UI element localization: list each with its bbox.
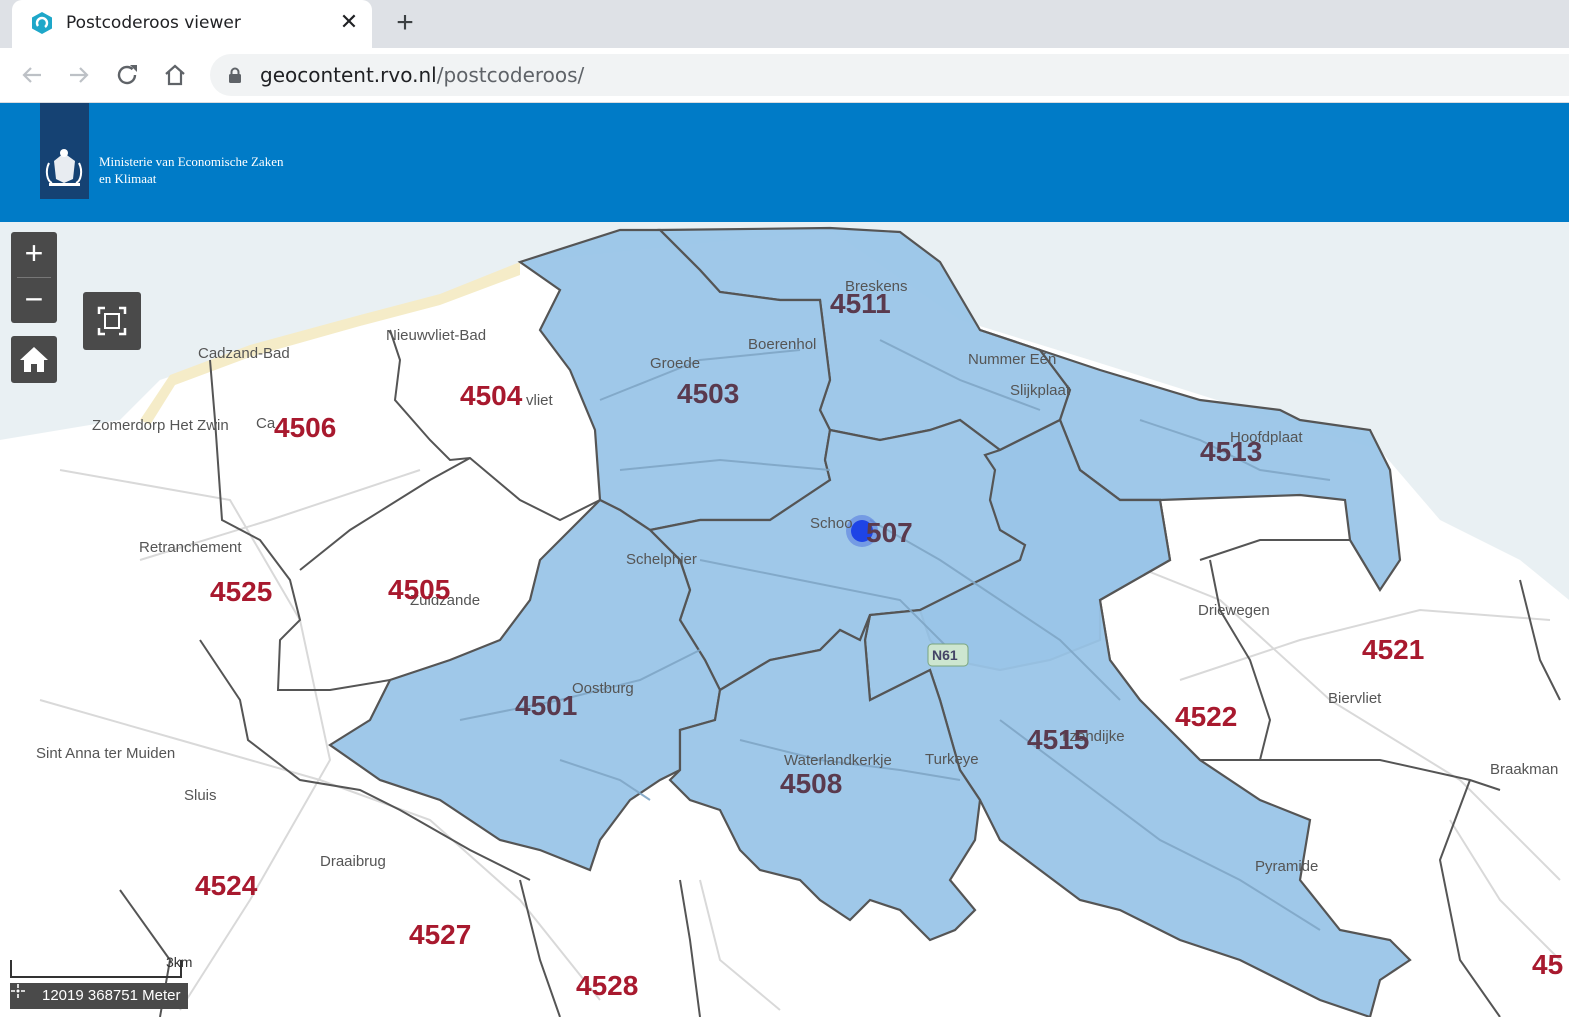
place-nummer-een: Nummer Eén — [968, 351, 1056, 368]
postcode-label-4508: 4508 — [780, 768, 842, 799]
map-canvas[interactable]: N61 Breskens Nieuwvliet-Bad Cadzand-Bad … — [0, 222, 1569, 1017]
road-n61-label: N61 — [932, 647, 958, 663]
url-text: geocontent.rvo.nl/postcoderoos/ — [260, 63, 585, 87]
postcode-label-4501: 4501 — [515, 690, 577, 721]
place-schelphier: Schelphier — [626, 551, 697, 568]
place-slijkplaat: Slijkplaat — [1010, 382, 1071, 399]
map-view[interactable]: N61 Breskens Nieuwvliet-Bad Cadzand-Bad … — [0, 222, 1569, 1017]
postcode-label-4511: 4511 — [830, 288, 891, 319]
coordinates-widget[interactable]: 12019 368751 Meter — [10, 983, 189, 1009]
postcode-label-4506: 4506 — [274, 412, 336, 443]
postcode-label-4525: 4525 — [210, 576, 272, 607]
tab-title: Postcoderoos viewer — [66, 13, 241, 33]
place-retranchement: Retranchement — [139, 539, 242, 556]
reload-icon[interactable] — [110, 58, 144, 92]
zoom-control: + − — [11, 232, 57, 323]
ministry-name: Ministerie van Economische Zaken en Klim… — [99, 154, 284, 186]
home-extent-button[interactable] — [11, 336, 57, 383]
full-extent-button[interactable] — [83, 292, 141, 350]
scale-label: 3km — [166, 954, 193, 970]
postcode-label-4515: 4515 — [1027, 724, 1089, 755]
postcode-label-4521: 4521 — [1362, 634, 1424, 665]
place-sluis: Sluis — [184, 787, 217, 804]
postcode-label-partial: 45 — [1532, 949, 1563, 980]
forward-arrow-icon[interactable] — [62, 58, 96, 92]
zoom-out-button[interactable]: − — [11, 278, 57, 323]
place-oostburg: Oostburg — [572, 680, 634, 697]
postcode-label-4524: 4524 — [195, 870, 258, 901]
home-icon[interactable] — [158, 58, 192, 92]
place-cadzand-bad: Cadzand-Bad — [198, 345, 290, 362]
site-header: Ministerie van Economische Zaken en Klim… — [0, 103, 1569, 222]
place-draaibrug: Draaibrug — [320, 853, 386, 870]
place-pyramide: Pyramide — [1255, 858, 1318, 875]
place-boerenhol: Boerenhol — [748, 336, 816, 353]
place-biervliet: Biervliet — [1328, 690, 1382, 707]
browser-tab[interactable]: Postcoderoos viewer ✕ — [12, 0, 372, 48]
place-zomerdorp: Zomerdorp Het Zwin — [92, 417, 229, 434]
house-icon — [20, 347, 48, 372]
place-sint-anna: Sint Anna ter Muiden — [36, 745, 175, 762]
place-nieuwvliet-bad: Nieuwvliet-Bad — [386, 327, 486, 344]
place-waterlandkerkje: Waterlandkerkje — [784, 752, 892, 769]
postcode-label-4522: 4522 — [1175, 701, 1237, 732]
postcode-label-4513: 4513 — [1200, 436, 1262, 467]
place-groede: Groede — [650, 355, 700, 372]
postcode-label-4528: 4528 — [576, 970, 638, 1001]
tab-close-icon[interactable]: ✕ — [336, 9, 362, 35]
place-turkeye: Turkeye — [925, 751, 979, 768]
postcode-label-4527: 4527 — [409, 919, 471, 950]
browser-tabstrip: Postcoderoos viewer ✕ + — [0, 0, 1569, 48]
place-cadzand: Ca — [256, 415, 276, 432]
place-braakman: Braakman — [1490, 761, 1558, 778]
place-schoondijke: Schoo — [810, 515, 853, 532]
zoom-in-button[interactable]: + — [11, 232, 57, 277]
place-driewegen: Driewegen — [1198, 602, 1270, 619]
coordinates-text: 12019 368751 Meter — [42, 987, 181, 1004]
place-nieuwvliet: vliet — [526, 392, 554, 409]
scale-bar — [10, 960, 182, 978]
crosshair-icon — [11, 984, 25, 998]
lock-icon — [229, 67, 241, 83]
new-tab-icon[interactable]: + — [390, 8, 420, 38]
postcode-label-4504: 4504 — [460, 380, 523, 411]
app-favicon-icon — [32, 12, 52, 34]
postcode-label-4505: 4505 — [388, 574, 450, 605]
postcode-label-4507: 507 — [866, 517, 913, 548]
postcode-label-4503: 4503 — [677, 378, 739, 409]
extent-icon — [97, 306, 127, 336]
address-bar[interactable]: geocontent.rvo.nl/postcoderoos/ — [210, 54, 1569, 96]
browser-toolbar: geocontent.rvo.nl/postcoderoos/ — [0, 48, 1569, 103]
back-arrow-icon[interactable] — [15, 58, 49, 92]
coat-of-arms-icon — [45, 149, 83, 186]
rijksoverheid-logo — [40, 103, 89, 199]
